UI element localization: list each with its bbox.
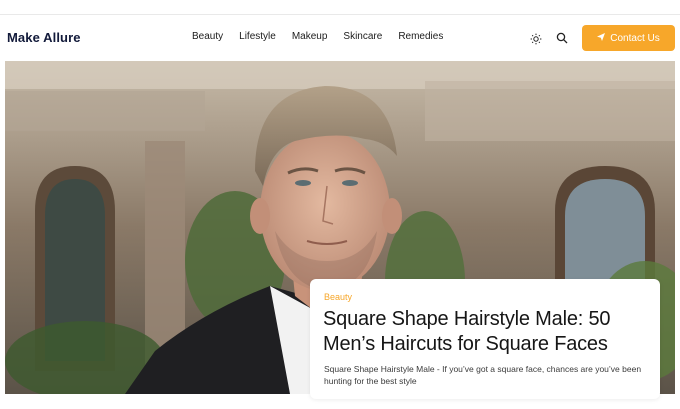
contact-us-button[interactable]: Contact Us bbox=[582, 25, 675, 51]
search-icon[interactable] bbox=[556, 31, 568, 44]
nav-item-skincare[interactable]: Skincare bbox=[343, 31, 382, 42]
post-title[interactable]: Square Shape Hairstyle Male: 50 Men’s Ha… bbox=[323, 307, 643, 357]
post-excerpt: Square Shape Hairstyle Male - If you’ve … bbox=[324, 364, 642, 386]
send-icon bbox=[597, 32, 606, 44]
sun-icon[interactable] bbox=[530, 32, 542, 45]
site-header: Make Allure Beauty Lifestyle Makeup Skin… bbox=[0, 15, 680, 59]
contact-us-label: Contact Us bbox=[610, 32, 660, 44]
nav-item-makeup[interactable]: Makeup bbox=[292, 31, 328, 42]
nav-item-lifestyle[interactable]: Lifestyle bbox=[239, 31, 276, 42]
site-logo[interactable]: Make Allure bbox=[7, 30, 81, 45]
main-nav: Beauty Lifestyle Makeup Skincare Remedie… bbox=[192, 31, 459, 42]
nav-item-beauty[interactable]: Beauty bbox=[192, 31, 223, 42]
post-category[interactable]: Beauty bbox=[324, 292, 352, 302]
nav-item-remedies[interactable]: Remedies bbox=[398, 31, 443, 42]
featured-post-card[interactable]: Beauty Square Shape Hairstyle Male: 50 M… bbox=[310, 279, 660, 399]
